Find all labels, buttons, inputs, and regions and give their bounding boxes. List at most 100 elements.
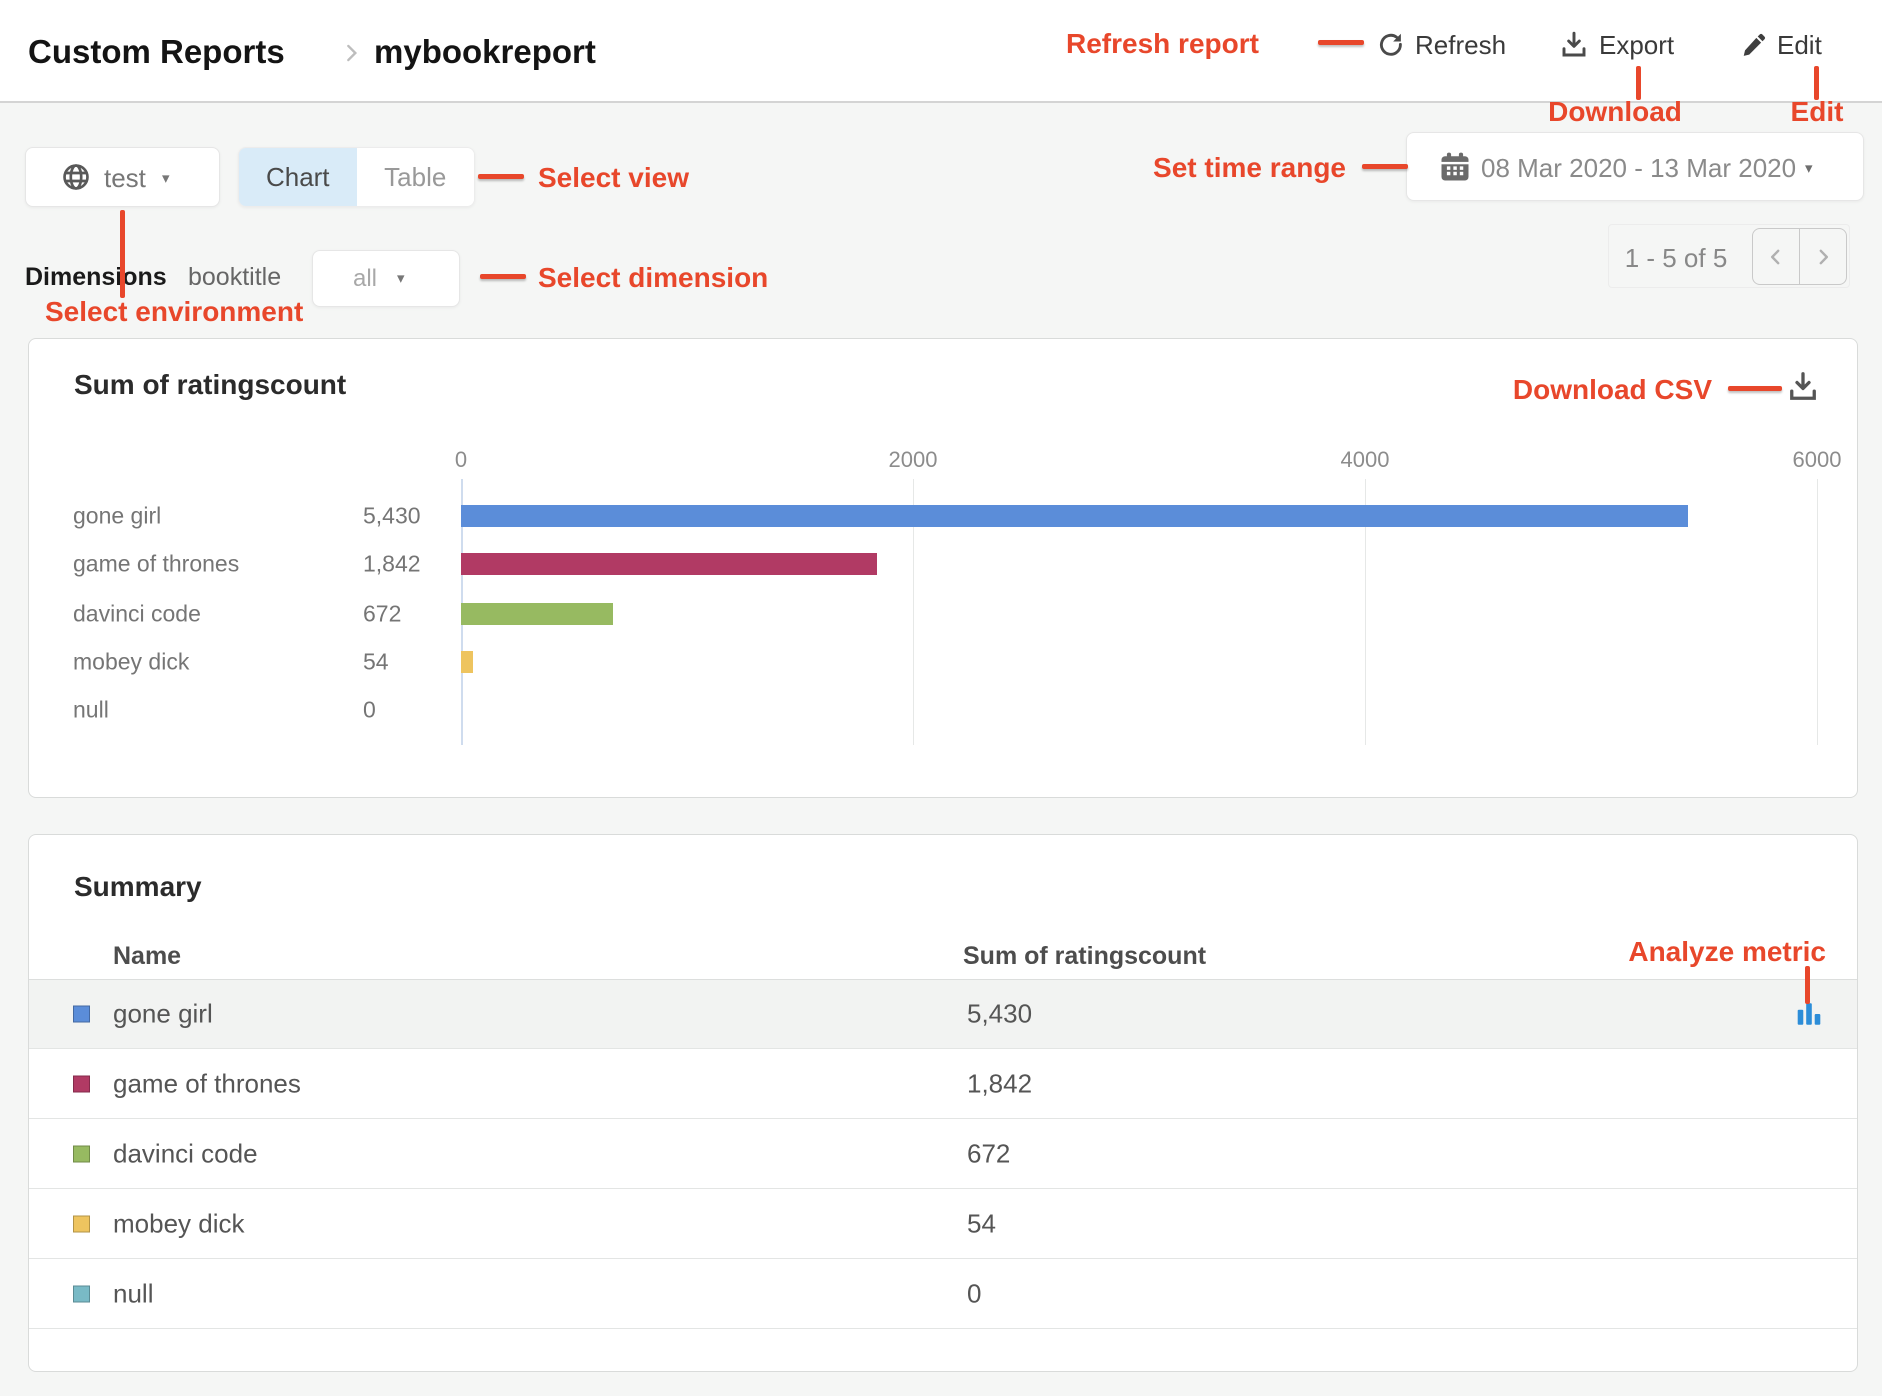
chart-category-label: null bbox=[73, 697, 109, 724]
view-toggle: Chart Table bbox=[238, 147, 475, 207]
annotation-dash bbox=[1362, 164, 1408, 169]
annotation-download: Download bbox=[1530, 96, 1700, 128]
environment-selector[interactable]: test ▾ bbox=[25, 147, 220, 207]
summary-title: Summary bbox=[74, 871, 202, 903]
annotation-select-dimension: Select dimension bbox=[538, 262, 768, 294]
date-range-value: 08 Mar 2020 - 13 Mar 2020 bbox=[1481, 153, 1796, 184]
chart-row: null 0 bbox=[29, 699, 1857, 721]
download-icon bbox=[1558, 29, 1590, 61]
chart-value-label: 54 bbox=[363, 649, 389, 676]
chart-row: game of thrones 1,842 bbox=[29, 553, 1857, 575]
chart-value-label: 5,430 bbox=[363, 503, 421, 530]
row-value: 0 bbox=[967, 1278, 981, 1309]
x-tick: 6000 bbox=[1793, 447, 1842, 473]
dimension-filter-value: all bbox=[353, 265, 377, 293]
edit-button[interactable]: Edit bbox=[1740, 26, 1822, 64]
tab-chart[interactable]: Chart bbox=[239, 148, 357, 206]
refresh-label: Refresh bbox=[1415, 30, 1506, 61]
x-tick: 2000 bbox=[889, 447, 938, 473]
series-color-swatch bbox=[73, 1006, 90, 1023]
dimension-name: booktitle bbox=[188, 263, 281, 292]
annotation-dash bbox=[1728, 386, 1782, 391]
row-value: 672 bbox=[967, 1138, 1010, 1169]
date-range-selector[interactable]: 08 Mar 2020 - 13 Mar 2020 ▾ bbox=[1406, 132, 1864, 201]
table-row[interactable]: game of thrones 1,842 bbox=[29, 1049, 1857, 1119]
table-row[interactable]: gone girl 5,430 bbox=[29, 979, 1857, 1049]
annotation-line bbox=[1636, 66, 1641, 100]
environment-value: test bbox=[104, 163, 146, 194]
annotation-edit: Edit bbox=[1772, 96, 1862, 128]
chart-bar bbox=[461, 553, 877, 575]
page-header: Custom Reports mybookreport Refresh Expo… bbox=[0, 0, 1882, 101]
breadcrumb-report-name: mybookreport bbox=[374, 33, 596, 71]
refresh-button[interactable]: Refresh bbox=[1376, 26, 1506, 64]
pagination-next-button[interactable] bbox=[1799, 228, 1847, 285]
annotation-line bbox=[120, 210, 125, 298]
chart-row: gone girl 5,430 bbox=[29, 505, 1857, 527]
chart-card: Sum of ratingscount 0 2000 4000 6000 gon… bbox=[28, 338, 1858, 798]
annotation-analyze-metric: Analyze metric bbox=[1560, 936, 1826, 968]
chart-category-label: gone girl bbox=[73, 503, 161, 530]
annotation-line bbox=[1814, 66, 1819, 100]
chart-value-label: 0 bbox=[363, 697, 376, 724]
chart-bar bbox=[461, 603, 613, 625]
column-header-name: Name bbox=[113, 942, 181, 971]
export-label: Export bbox=[1599, 30, 1674, 61]
calendar-icon bbox=[1437, 149, 1473, 185]
dimensions-label: Dimensions bbox=[25, 263, 167, 292]
series-color-swatch bbox=[73, 1215, 90, 1232]
chart-value-label: 1,842 bbox=[363, 551, 421, 578]
series-color-swatch bbox=[73, 1075, 90, 1092]
annotation-select-environment: Select environment bbox=[45, 296, 303, 328]
table-row[interactable]: mobey dick 54 bbox=[29, 1189, 1857, 1259]
series-color-swatch bbox=[73, 1285, 90, 1302]
breadcrumb-section[interactable]: Custom Reports bbox=[28, 33, 285, 71]
chart-title: Sum of ratingscount bbox=[74, 369, 346, 401]
analyze-metric-button[interactable] bbox=[1795, 1001, 1823, 1027]
chevron-down-icon: ▾ bbox=[397, 269, 405, 287]
chevron-down-icon: ▾ bbox=[162, 169, 170, 187]
row-value: 1,842 bbox=[967, 1068, 1032, 1099]
x-tick: 4000 bbox=[1341, 447, 1390, 473]
annotation-set-time-range: Set time range bbox=[1110, 152, 1346, 184]
annotation-download-csv: Download CSV bbox=[1480, 374, 1712, 406]
edit-label: Edit bbox=[1777, 30, 1822, 61]
annotation-refresh-report: Refresh report bbox=[1066, 28, 1259, 60]
annotation-dash bbox=[478, 174, 524, 179]
row-name: davinci code bbox=[113, 1138, 258, 1169]
column-header-value: Sum of ratingscount bbox=[963, 942, 1206, 971]
breadcrumb-chevron-icon bbox=[338, 40, 364, 66]
tab-table[interactable]: Table bbox=[357, 148, 475, 206]
chart-row: davinci code 672 bbox=[29, 603, 1857, 625]
pagination-range: 1 - 5 of 5 bbox=[1620, 243, 1732, 274]
custom-report-page: Custom Reports mybookreport Refresh Expo… bbox=[0, 0, 1882, 1396]
series-color-swatch bbox=[73, 1145, 90, 1162]
chart-value-label: 672 bbox=[363, 601, 401, 628]
export-button[interactable]: Export bbox=[1558, 26, 1674, 64]
chevron-left-icon bbox=[1764, 245, 1788, 269]
download-csv-button[interactable] bbox=[1785, 369, 1821, 405]
row-name: gone girl bbox=[113, 999, 213, 1030]
chart-category-label: game of thrones bbox=[73, 551, 239, 578]
summary-card: Summary Name Sum of ratingscount gone gi… bbox=[28, 834, 1858, 1372]
pagination-prev-button[interactable] bbox=[1752, 228, 1800, 285]
chevron-down-icon: ▾ bbox=[1805, 159, 1813, 177]
row-name: null bbox=[113, 1278, 153, 1309]
pencil-icon bbox=[1740, 31, 1768, 59]
chart-row: mobey dick 54 bbox=[29, 651, 1857, 673]
annotation-dash bbox=[480, 274, 526, 279]
row-value: 54 bbox=[967, 1208, 996, 1239]
table-row[interactable]: davinci code 672 bbox=[29, 1119, 1857, 1189]
table-row[interactable]: null 0 bbox=[29, 1259, 1857, 1329]
refresh-icon bbox=[1376, 30, 1406, 60]
globe-icon bbox=[60, 161, 92, 193]
annotation-line bbox=[1805, 966, 1810, 1004]
chart-bar bbox=[461, 651, 473, 673]
x-tick: 0 bbox=[455, 447, 467, 473]
annotation-dash bbox=[1318, 40, 1364, 45]
chart-bar bbox=[461, 505, 1688, 527]
row-name: game of thrones bbox=[113, 1068, 301, 1099]
chart-category-label: davinci code bbox=[73, 601, 201, 628]
row-name: mobey dick bbox=[113, 1208, 245, 1239]
dimension-filter-select[interactable]: all ▾ bbox=[312, 250, 460, 307]
